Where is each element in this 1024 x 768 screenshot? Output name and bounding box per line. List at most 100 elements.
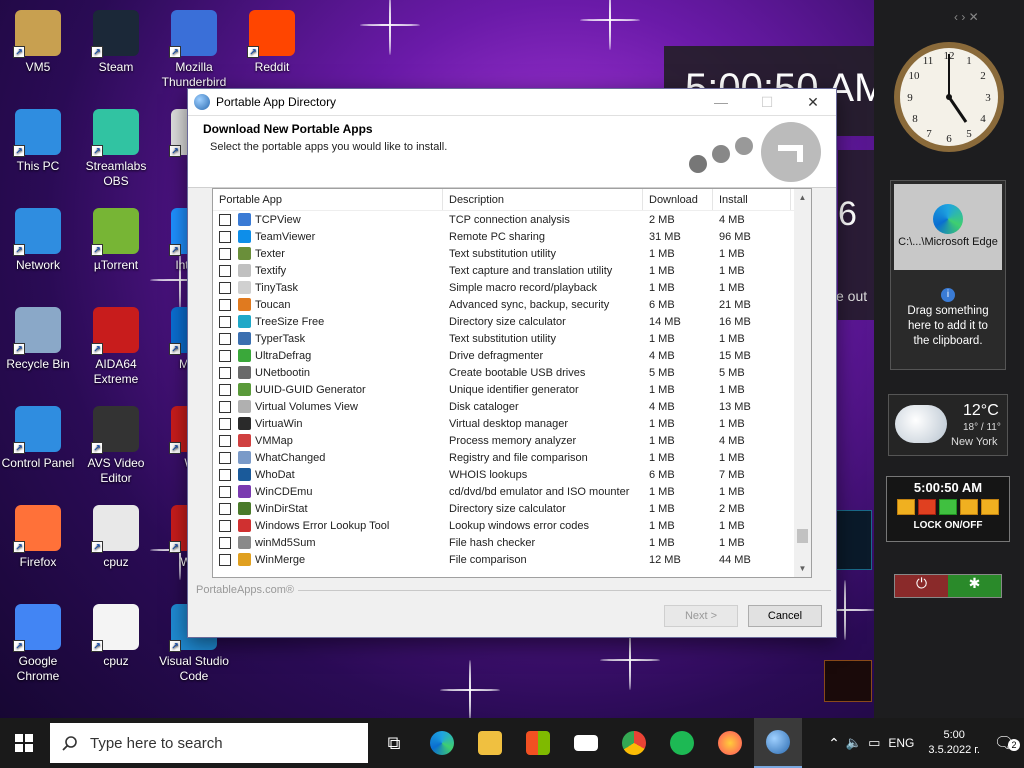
taskbar-spotify[interactable] [658, 718, 706, 768]
desktop-icon[interactable]: ↗ Steam [78, 10, 154, 75]
app-checkbox[interactable] [219, 349, 231, 362]
table-row[interactable]: winMd5Sum File hash checker 1 MB 1 MB [213, 534, 811, 551]
scroll-up-icon[interactable]: ▲ [794, 189, 811, 206]
table-row[interactable]: TyperTask Text substitution utility 1 MB 1 … [213, 330, 811, 347]
table-row[interactable]: UNetbootin Create bootable USB drives 5 MB… [213, 364, 811, 381]
desktop-icon[interactable]: ↗ This PC [0, 109, 76, 174]
next-button[interactable]: Next > [664, 605, 738, 627]
column-header-download[interactable]: Download [643, 189, 713, 210]
table-row[interactable]: TCPView TCP connection analysis 2 MB 4 MB [213, 211, 811, 228]
column-header-app[interactable]: Portable App [213, 189, 443, 210]
table-row[interactable]: VirtuaWin Virtual desktop manager 1 MB 1 MB [213, 415, 811, 432]
app-checkbox[interactable] [219, 247, 231, 260]
desktop-icon[interactable]: ↗ Google Chrome [0, 604, 76, 684]
show-hidden-icons[interactable]: ⌃ [828, 735, 840, 752]
app-checkbox[interactable] [219, 468, 231, 481]
app-checkbox[interactable] [219, 264, 231, 277]
app-checkbox[interactable] [219, 213, 231, 226]
app-checkbox[interactable] [219, 451, 231, 464]
column-header-description[interactable]: Description [443, 189, 643, 210]
taskbar-edge[interactable] [418, 718, 466, 768]
table-row[interactable]: Texter Text substitution utility 1 MB 1 MB [213, 245, 811, 262]
table-row[interactable]: WhoDat WHOIS lookups 6 MB 7 MB [213, 466, 811, 483]
app-checkbox[interactable] [219, 434, 231, 447]
desktop-icon[interactable]: ↗ VM5 [0, 10, 76, 75]
desktop-icon[interactable]: ↗ Mozilla Thunderbird [156, 10, 232, 90]
clipboard-gadget[interactable]: C:\...\Microsoft Edge i Drag something h… [890, 180, 1006, 370]
column-header-install[interactable]: Install [713, 189, 791, 210]
scroll-down-icon[interactable]: ▼ [794, 560, 811, 577]
app-checkbox[interactable] [219, 366, 231, 379]
app-checkbox[interactable] [219, 298, 231, 311]
table-row[interactable]: WinCDEmu cd/dvd/bd emulator and ISO mount… [213, 483, 811, 500]
app-checkbox[interactable] [219, 332, 231, 345]
taskbar-chrome[interactable] [610, 718, 658, 768]
volume-icon[interactable]: 🔈 [846, 735, 862, 751]
desktop-icon[interactable]: ↗ Reddit [234, 10, 310, 75]
app-checkbox[interactable] [219, 281, 231, 294]
maximize-button[interactable]: ☐ [744, 89, 790, 115]
lock-icon[interactable] [897, 499, 915, 515]
table-row[interactable]: Textify Text capture and translation util… [213, 262, 811, 279]
table-row[interactable]: WhatChanged Registry and file comparison 1… [213, 449, 811, 466]
app-checkbox[interactable] [219, 536, 231, 549]
app-checkbox[interactable] [219, 383, 231, 396]
desktop-icon[interactable]: ↗ Firefox [0, 505, 76, 570]
desktop-icon[interactable]: ↗ cpuz [78, 505, 154, 570]
desktop-icon[interactable]: ↗ µTorrent [78, 208, 154, 273]
taskbar-portableapps[interactable] [754, 718, 802, 768]
language-indicator[interactable]: ENG [888, 736, 914, 750]
minimize-button[interactable]: — [698, 89, 744, 115]
list-scrollbar[interactable]: ▲ ▼ [794, 189, 811, 577]
app-checkbox[interactable] [219, 502, 231, 515]
taskbar-explorer[interactable] [466, 718, 514, 768]
table-row[interactable]: WinMerge File comparison 12 MB 44 MB [213, 551, 811, 568]
desktop-icon[interactable]: ↗ Network [0, 208, 76, 273]
close-button[interactable]: ✕ [790, 89, 836, 115]
desktop-icon[interactable]: ↗ Streamlabs OBS [78, 109, 154, 189]
desktop-icon[interactable]: ↗ Control Panel [0, 406, 76, 471]
table-row[interactable]: WinDirStat Directory size calculator 1 MB 2… [213, 500, 811, 517]
app-checkbox[interactable] [219, 553, 231, 566]
table-row[interactable]: UUID-GUID Generator Unique identifier gen… [213, 381, 811, 398]
desktop-icon[interactable]: ↗ Recycle Bin [0, 307, 76, 372]
table-row[interactable]: TeamViewer Remote PC sharing 31 MB 96 MB [213, 228, 811, 245]
taskbar-firefox[interactable] [706, 718, 754, 768]
network-icon[interactable]: ▭ [868, 735, 880, 751]
app-checkbox[interactable] [219, 230, 231, 243]
desktop-icon[interactable]: ↗ AIDA64 Extreme [78, 307, 154, 387]
desktop-icon[interactable]: ↗ AVS Video Editor [78, 406, 154, 486]
shutdown-button[interactable]: ⏻ [895, 575, 948, 597]
app-checkbox[interactable] [219, 315, 231, 328]
app-checkbox[interactable] [219, 485, 231, 498]
table-row[interactable]: UltraDefrag Drive defragmenter 4 MB 15 MB [213, 347, 811, 364]
taskbar-mail[interactable] [562, 718, 610, 768]
table-row[interactable]: TreeSize Free Directory size calculator 14… [213, 313, 811, 330]
lock-toggle[interactable]: LOCK ON/OFF [887, 520, 1009, 531]
notification-center[interactable]: 🗨 2 [994, 733, 1024, 753]
logoff-icon[interactable] [981, 499, 999, 515]
restart-button[interactable]: ✱ [948, 575, 1001, 597]
cancel-button[interactable]: Cancel [748, 605, 822, 627]
power-icon[interactable] [918, 499, 936, 515]
task-view-button[interactable]: ⧉ [370, 718, 418, 768]
sidebar-nav[interactable]: ‹ › ✕ [954, 10, 979, 24]
table-row[interactable]: VMMap Process memory analyzer 1 MB 4 MB [213, 432, 811, 449]
table-row[interactable]: Virtual Volumes View Disk cataloger 4 MB 13… [213, 398, 811, 415]
app-list[interactable]: Portable App Description Download Instal… [212, 188, 812, 578]
start-button[interactable] [0, 718, 48, 768]
taskbar-search[interactable]: Type here to search [50, 723, 368, 763]
table-row[interactable]: TinyTask Simple macro record/playback 1 MB… [213, 279, 811, 296]
app-checkbox[interactable] [219, 417, 231, 430]
app-checkbox[interactable] [219, 400, 231, 413]
app-checkbox[interactable] [219, 519, 231, 532]
sleep-icon[interactable] [939, 499, 957, 515]
scroll-thumb[interactable] [797, 529, 808, 543]
table-row[interactable]: Windows Error Lookup Tool Lookup windows … [213, 517, 811, 534]
table-row[interactable]: Toucan Advanced sync, backup, security 6 M… [213, 296, 811, 313]
taskbar-store[interactable] [514, 718, 562, 768]
system-clock[interactable]: 5:00 3.5.2022 г. [928, 728, 980, 758]
title-bar[interactable]: Portable App Directory — ☐ ✕ [188, 89, 836, 116]
weather-gadget[interactable]: 12°C 18° / 11° New York [888, 394, 1008, 456]
key-icon[interactable] [960, 499, 978, 515]
